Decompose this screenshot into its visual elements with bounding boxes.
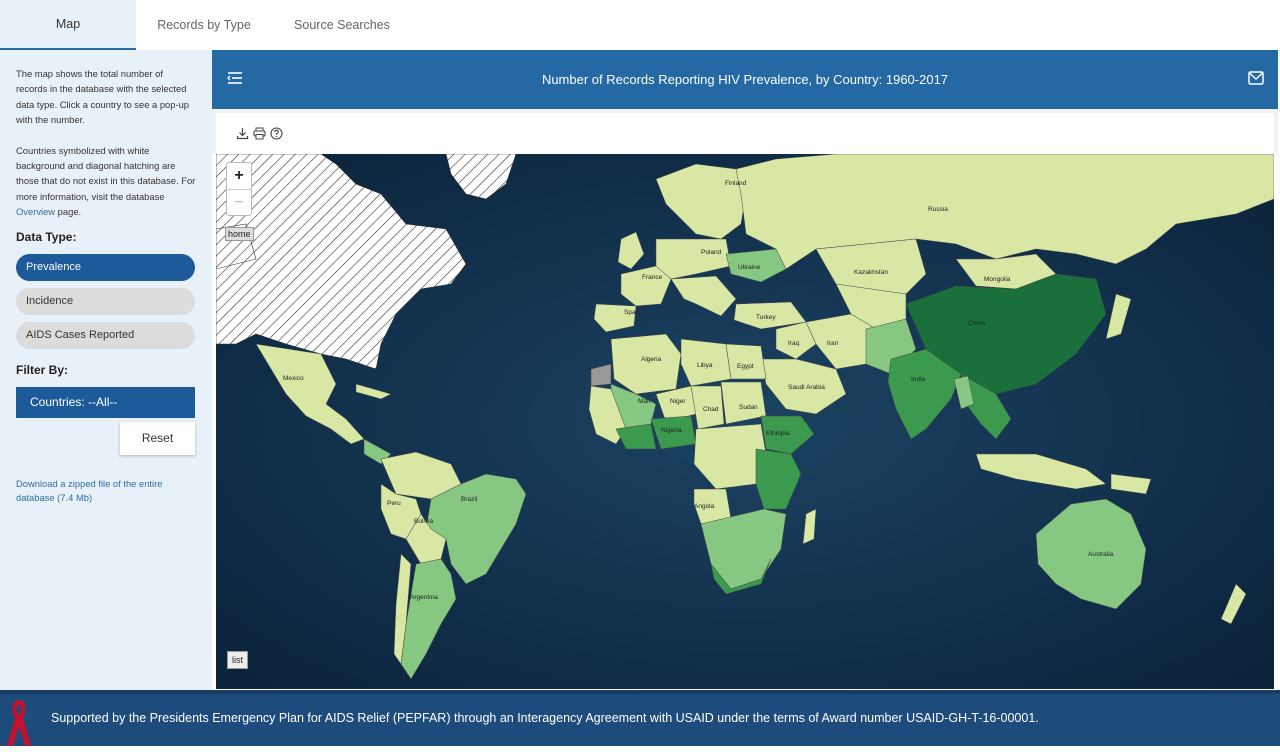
zoom-control: + − xyxy=(226,162,252,216)
label-chad: Chad xyxy=(703,406,719,413)
home-button[interactable]: home xyxy=(225,227,254,241)
label-mali: Mali xyxy=(638,398,650,405)
label-france: France xyxy=(642,274,663,281)
label-ukraine: Ukraine xyxy=(738,264,761,271)
label-algeria: Algeria xyxy=(641,356,662,363)
tab-records-by-type[interactable]: Records by Type xyxy=(136,0,272,50)
label-poland: Poland xyxy=(701,249,722,256)
world-map-canvas[interactable] xyxy=(216,154,1274,689)
overview-link[interactable]: Overview xyxy=(16,206,55,217)
reset-button[interactable]: Reset xyxy=(120,421,195,455)
country-egypt[interactable] xyxy=(725,343,767,380)
label-spain: Spain xyxy=(624,309,641,316)
zoom-in-button[interactable]: + xyxy=(227,163,251,189)
label-china: China xyxy=(968,320,985,327)
label-iraq: Iraq xyxy=(788,340,800,347)
label-brazil: Brazil xyxy=(461,496,478,503)
download-icon[interactable] xyxy=(236,127,249,140)
label-australia: Australia xyxy=(1088,551,1114,558)
label-sudan: Sudan xyxy=(739,404,758,411)
download-database-link[interactable]: Download a zipped file of the entire dat… xyxy=(16,477,196,506)
hatching-description-text: Countries symbolized with white backgrou… xyxy=(16,144,196,202)
world-map[interactable]: Finland Russia Poland Ukraine Kazakhstan… xyxy=(216,154,1274,689)
label-nigeria: Nigeria xyxy=(661,427,682,434)
print-icon[interactable] xyxy=(253,127,266,140)
label-russia: Russia xyxy=(928,206,948,213)
label-ethiopia: Ethiopia xyxy=(766,430,790,437)
filter-by-title: Filter By: xyxy=(16,362,69,377)
tab-bar: Map Records by Type Source Searches xyxy=(0,0,1280,50)
sidebar: The map shows the total number of record… xyxy=(0,50,212,690)
label-turkey: Turkey xyxy=(756,314,776,321)
data-type-incidence-button[interactable]: Incidence xyxy=(16,287,195,315)
map-toolbar xyxy=(216,113,1274,154)
map-header: Number of Records Reporting HIV Prevalen… xyxy=(212,50,1278,109)
hatching-description-suffix: page. xyxy=(55,206,82,218)
label-niger: Niger xyxy=(670,398,686,405)
hatching-description: Countries symbolized with white backgrou… xyxy=(16,143,196,220)
tab-source-searches[interactable]: Source Searches xyxy=(272,0,412,50)
label-mexico: Mexico xyxy=(283,375,304,382)
map-description: The map shows the total number of record… xyxy=(16,68,190,126)
label-libya: Libya xyxy=(697,362,713,369)
label-bolivia: Bolivia xyxy=(414,518,434,525)
label-mongolia: Mongolia xyxy=(984,276,1011,283)
list-button[interactable]: list xyxy=(227,651,248,669)
mail-icon[interactable] xyxy=(1248,71,1264,85)
label-angola: Angola xyxy=(694,503,715,510)
label-peru: Peru xyxy=(387,500,401,507)
red-ribbon-icon xyxy=(7,700,31,748)
countries-filter-dropdown[interactable]: Countries: --All-- xyxy=(16,386,195,418)
label-iran: Iran xyxy=(827,340,839,347)
label-finland: Finland xyxy=(725,180,747,187)
footer-text: Supported by the Presidents Emergency Pl… xyxy=(51,711,1039,725)
label-saudi-arabia: Saudi Arabia xyxy=(788,384,825,391)
label-kazakhstan: Kazakhstan xyxy=(854,269,888,276)
help-icon[interactable] xyxy=(270,127,283,140)
map-title: Number of Records Reporting HIV Prevalen… xyxy=(541,72,949,87)
footer: Supported by the Presidents Emergency Pl… xyxy=(0,690,1280,748)
label-argentina: Argentina xyxy=(410,594,438,601)
data-type-title: Data Type: xyxy=(16,229,77,244)
zoom-out-button[interactable]: − xyxy=(227,189,251,215)
data-type-aids-cases-button[interactable]: AIDS Cases Reported xyxy=(16,321,195,349)
label-india: India xyxy=(911,376,926,383)
label-egypt: Egypt xyxy=(737,363,754,370)
bottom-strip xyxy=(0,746,1280,752)
data-type-prevalence-button[interactable]: Prevalence xyxy=(16,253,195,281)
tab-map[interactable]: Map xyxy=(0,0,136,50)
